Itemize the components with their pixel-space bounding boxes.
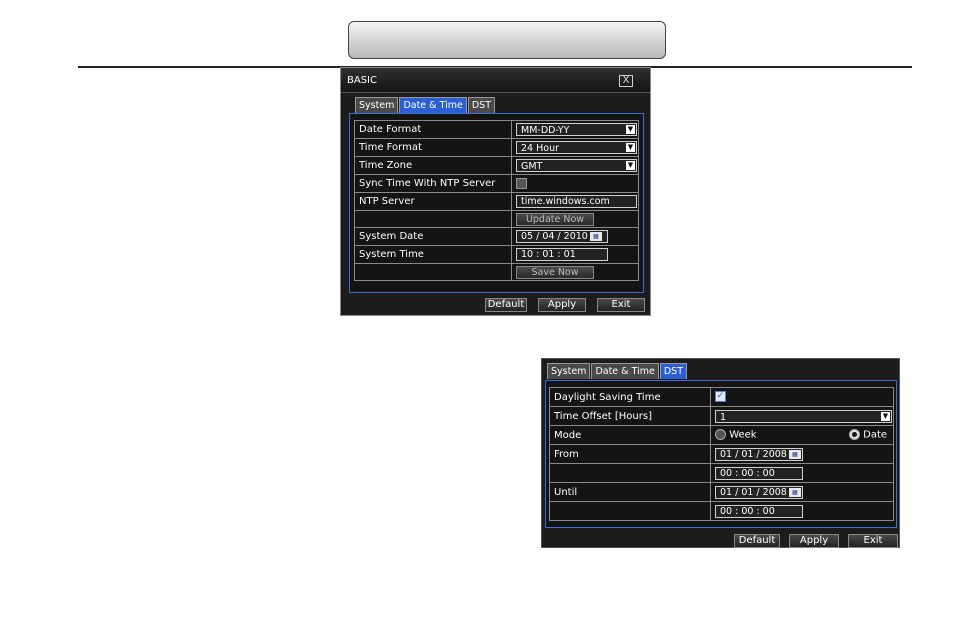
- time-zone-label: Time Zone: [354, 156, 512, 175]
- close-button[interactable]: X: [619, 75, 633, 87]
- default-button[interactable]: Default: [485, 298, 527, 312]
- table-row: 00 : 00 : 00: [549, 463, 894, 483]
- mode-label: Mode: [549, 425, 711, 445]
- table-row: Update Now: [354, 210, 639, 228]
- apply-button[interactable]: Apply: [538, 298, 586, 312]
- system-date-label: System Date: [354, 227, 512, 246]
- from-time-input[interactable]: 00 : 00 : 00: [715, 466, 803, 480]
- mode-date-label: Date: [863, 429, 888, 441]
- dst-label: Daylight Saving Time: [549, 387, 711, 407]
- date-format-label: Date Format: [354, 120, 512, 139]
- sync-ntp-checkbox[interactable]: [516, 177, 527, 189]
- until-date-input[interactable]: 01 / 01 / 2008 ▦: [715, 485, 803, 499]
- system-date-input[interactable]: 05 / 04 / 2010 ▦: [516, 230, 608, 243]
- mode-week-label: Week: [729, 429, 757, 441]
- header-banner: [348, 21, 666, 59]
- time-offset-select[interactable]: 1 ▼: [715, 409, 892, 423]
- exit-button[interactable]: Exit: [597, 298, 645, 312]
- default-button[interactable]: Default: [734, 534, 780, 548]
- save-now-button[interactable]: Save Now: [516, 265, 594, 279]
- chevron-down-icon: ▼: [881, 411, 890, 421]
- table-row: Until 01 / 01 / 2008 ▦: [549, 482, 894, 502]
- table-row: 00 : 00 : 00: [549, 501, 894, 521]
- dialog-titlebar: BASIC X: [341, 68, 650, 93]
- system-time-label: System Time: [354, 245, 512, 264]
- basic-settings-dialog: BASIC X System Date & Time DST Date Form…: [340, 67, 651, 316]
- until-label: Until: [549, 482, 711, 502]
- dst-settings-dialog: System Date & Time DST Daylight Saving T…: [541, 358, 900, 548]
- chevron-down-icon: ▼: [626, 125, 635, 134]
- from-date-input[interactable]: 01 / 01 / 2008 ▦: [715, 447, 803, 461]
- table-row: NTP Server time.windows.com: [354, 192, 639, 211]
- table-row: Sync Time With NTP Server: [354, 174, 639, 193]
- table-row: Time Zone GMT ▼: [354, 156, 639, 175]
- table-row: Time Format 24 Hour ▼: [354, 138, 639, 157]
- table-row: Mode Week Date: [549, 425, 894, 445]
- table-row: System Time 10 : 01 : 01: [354, 245, 639, 264]
- time-offset-label: Time Offset [Hours]: [549, 406, 711, 426]
- tab-dst[interactable]: DST: [659, 363, 687, 379]
- tab-system[interactable]: System: [355, 97, 399, 113]
- tab-system[interactable]: System: [547, 363, 591, 379]
- exit-button[interactable]: Exit: [848, 534, 898, 548]
- update-now-button[interactable]: Update Now: [516, 212, 594, 226]
- table-row: Save Now: [354, 263, 639, 281]
- time-zone-select[interactable]: GMT ▼: [516, 159, 637, 172]
- tab-bar: System Date & Time DST: [547, 363, 688, 379]
- apply-button[interactable]: Apply: [789, 534, 839, 548]
- settings-table: Date Format MM-DD-YY ▼ Time Format 24 Hou…: [354, 120, 639, 281]
- table-row: System Date 05 / 04 / 2010 ▦: [354, 227, 639, 246]
- sync-ntp-label: Sync Time With NTP Server: [354, 174, 512, 193]
- table-row: Time Offset [Hours] 1 ▼: [549, 406, 894, 426]
- dst-checkbox[interactable]: ✓: [715, 391, 726, 403]
- time-format-label: Time Format: [354, 138, 512, 157]
- tab-bar: System Date & Time DST: [355, 97, 496, 113]
- tab-date-time[interactable]: Date & Time: [399, 97, 467, 113]
- system-time-input[interactable]: 10 : 01 : 01: [516, 248, 608, 261]
- mode-date-radio[interactable]: [848, 429, 860, 441]
- chevron-down-icon: ▼: [626, 161, 635, 170]
- calendar-icon[interactable]: ▦: [788, 487, 801, 497]
- ntp-server-input[interactable]: time.windows.com: [516, 195, 637, 208]
- time-format-select[interactable]: 24 Hour ▼: [516, 141, 637, 154]
- mode-week-radio[interactable]: [715, 429, 726, 441]
- dst-table: Daylight Saving Time ✓ Time Offset [Hour…: [549, 387, 894, 521]
- tab-date-time[interactable]: Date & Time: [591, 363, 659, 379]
- table-row: Date Format MM-DD-YY ▼: [354, 120, 639, 139]
- calendar-icon[interactable]: ▦: [589, 232, 602, 241]
- date-format-select[interactable]: MM-DD-YY ▼: [516, 123, 637, 136]
- table-row: From 01 / 01 / 2008 ▦: [549, 444, 894, 464]
- ntp-server-label: NTP Server: [354, 192, 512, 211]
- from-label: From: [549, 444, 711, 464]
- until-time-input[interactable]: 00 : 00 : 00: [715, 504, 803, 518]
- dialog-title: BASIC: [347, 75, 377, 86]
- table-row: Daylight Saving Time ✓: [549, 387, 894, 407]
- chevron-down-icon: ▼: [626, 143, 635, 152]
- calendar-icon[interactable]: ▦: [788, 449, 801, 459]
- tab-dst[interactable]: DST: [467, 97, 495, 113]
